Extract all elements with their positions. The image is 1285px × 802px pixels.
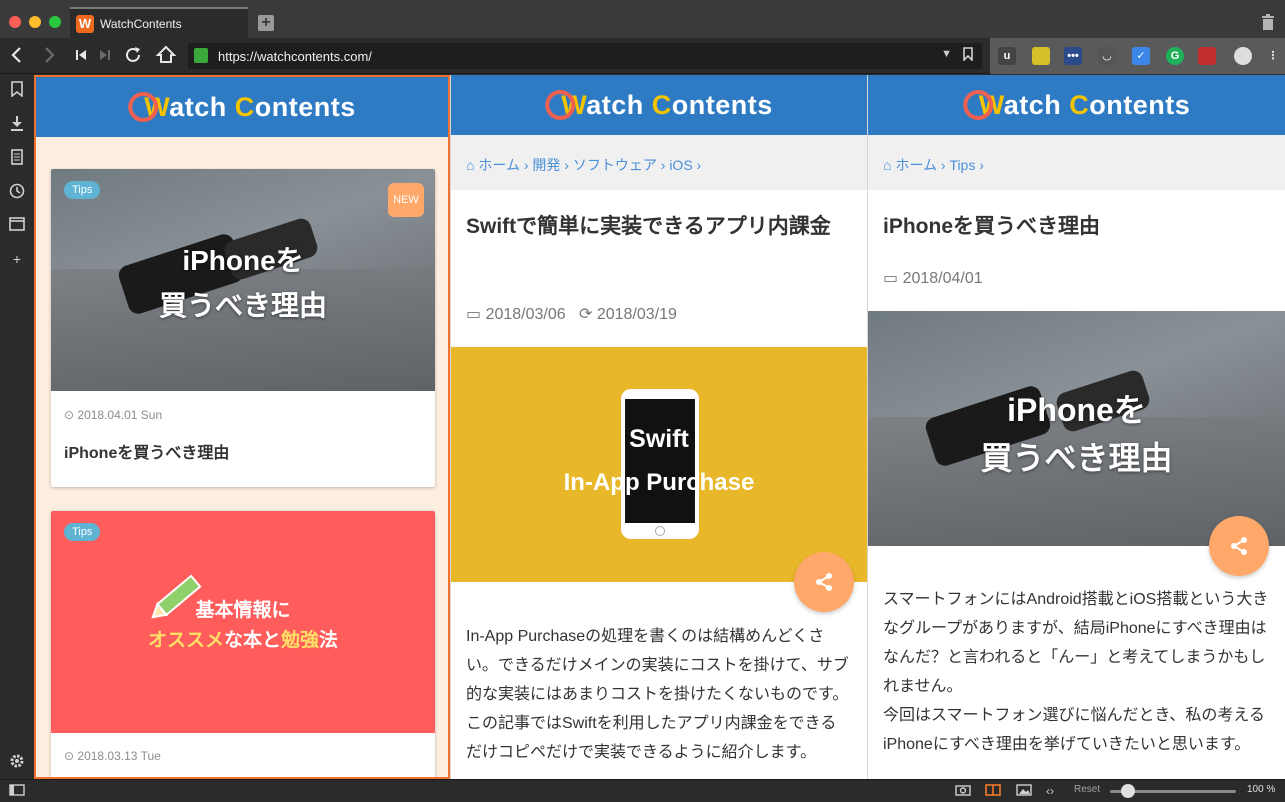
images-icon[interactable] (1016, 784, 1032, 798)
site-logo[interactable]: Watch Contents (128, 87, 356, 127)
browser-tab[interactable]: W WatchContents (70, 7, 248, 38)
category-tag[interactable]: Tips (64, 181, 101, 199)
more-menu-icon[interactable]: ⋮ (1264, 47, 1282, 65)
refresh-icon: ⟳ (579, 306, 593, 323)
calendar-icon: ▭ (883, 270, 899, 287)
title-bar: W WatchContents + (0, 0, 1285, 38)
site-header: Watch Contents (451, 75, 867, 135)
extension-icon[interactable] (1032, 47, 1050, 65)
card-thumbnail[interactable]: iPhoneを 買うべき理由 Tips NEW (51, 169, 435, 391)
site-header: Watch Contents (36, 77, 448, 137)
breadcrumb-item[interactable]: 開発 (532, 157, 560, 173)
favicon-icon: W (76, 15, 94, 33)
site-header: Watch Contents (868, 75, 1285, 135)
page-actions-icon[interactable]: ‹› (1046, 784, 1054, 798)
reload-icon[interactable] (122, 44, 144, 66)
tile-panel-iphone-article[interactable]: Watch Contents ⌂ ホーム › Tips › iPhoneを買うべ… (867, 75, 1285, 779)
fast-forward-icon[interactable] (94, 44, 116, 66)
new-tab-button[interactable]: + (258, 15, 274, 31)
grammarly-icon[interactable]: G (1166, 47, 1184, 65)
tile-view-icon[interactable] (985, 784, 1001, 798)
pocket-icon[interactable]: ◡ (1098, 47, 1116, 65)
toolbar: https://watchcontents.com/ ▼ u ••• ◡ ✓ G… (0, 38, 1285, 74)
article-dates: ▭ 2018/03/06 ⟳ 2018/03/19 (466, 306, 677, 323)
article-body: スマートフォンにはAndroid搭載とiOS搭載という大きなグループがありますが… (883, 591, 1269, 753)
breadcrumb-item[interactable]: ホーム (895, 157, 937, 173)
url-dropdown-icon[interactable]: ▼ (941, 48, 952, 60)
breadcrumb: ⌂ ホーム › 開発 › ソフトウェア › iOS › (451, 135, 867, 190)
article-title: iPhoneを買うべき理由 (883, 215, 1101, 238)
home-icon[interactable] (155, 44, 177, 66)
minimize-window-button[interactable] (29, 16, 41, 28)
trash-icon[interactable] (1261, 14, 1275, 30)
back-icon[interactable] (6, 44, 28, 66)
add-panel-icon[interactable]: + (9, 251, 25, 267)
breadcrumb: ⌂ ホーム › Tips › (868, 135, 1285, 190)
lock-icon (194, 48, 208, 63)
pdf-icon[interactable] (1198, 47, 1216, 65)
browser-sidebar: + (0, 75, 34, 779)
forward-icon[interactable] (38, 44, 60, 66)
zoom-window-button[interactable] (49, 16, 61, 28)
breadcrumb-item[interactable]: iOS (669, 157, 692, 173)
card-thumbnail[interactable]: 基本情報に オススメな本と勉強法 Tips (51, 511, 435, 733)
history-icon[interactable] (9, 183, 25, 199)
card-title[interactable]: iPhoneを買うべき理由 (64, 439, 229, 463)
window-panel-icon[interactable] (9, 217, 25, 233)
card-date: ⊙ 2018.04.01 Sun (64, 408, 163, 422)
zoom-level: 100 % (1247, 784, 1276, 795)
article-card[interactable]: iPhoneを 買うべき理由 Tips NEW ⊙ 2018.04.01 Sun… (51, 169, 435, 487)
share-button[interactable] (794, 552, 854, 612)
phone-illustration (621, 389, 699, 539)
category-tag[interactable]: Tips (64, 523, 101, 541)
logo-ring-icon (962, 89, 993, 120)
tile-panel-home[interactable]: Watch Contents iPhoneを 買うべき理由 Tips NEW ⊙… (34, 75, 450, 779)
article-body: In-App Purchaseの処理を書くのは結構めんどくさい。できるだけメイン… (466, 628, 849, 761)
tile-panel-swift-article[interactable]: Watch Contents ⌂ ホーム › 開発 › ソフトウェア › iOS… (450, 75, 867, 779)
new-badge: NEW (388, 183, 424, 217)
breadcrumb-item[interactable]: Tips (949, 157, 975, 173)
checklist-icon[interactable]: ✓ (1132, 47, 1150, 65)
article-card[interactable]: 基本情報に オススメな本と勉強法 Tips ⊙ 2018.03.13 Tue (51, 511, 435, 777)
home-icon: ⌂ (466, 157, 475, 173)
logo-ring-icon (128, 91, 159, 122)
site-logo[interactable]: Watch Contents (962, 85, 1191, 125)
article-date: ▭ 2018/04/01 (883, 270, 983, 287)
breadcrumb-item[interactable]: ホーム (478, 157, 520, 173)
ublock-icon[interactable]: u (998, 47, 1016, 65)
home-icon: ⌂ (883, 157, 892, 173)
article-title: Swiftで簡単に実装できるアプリ内課金 (466, 215, 831, 238)
address-bar[interactable]: https://watchcontents.com/ ▼ (188, 43, 982, 69)
toggle-panel-icon[interactable] (9, 784, 25, 798)
ghost-icon[interactable] (1234, 47, 1252, 65)
capture-icon[interactable] (955, 784, 971, 798)
logo-ring-icon (545, 89, 576, 120)
clock-icon: ⊙ (64, 408, 75, 422)
settings-gear-icon[interactable] (9, 753, 25, 769)
bookmarks-icon[interactable] (9, 81, 25, 98)
bookmark-icon[interactable] (963, 47, 973, 64)
rewind-icon[interactable] (70, 44, 92, 66)
clock-icon: ⊙ (64, 749, 75, 763)
share-button[interactable] (1209, 516, 1269, 576)
close-window-button[interactable] (9, 16, 21, 28)
zoom-slider-handle[interactable] (1120, 784, 1135, 798)
hero-image: Swift In-App Purchase (451, 347, 867, 582)
site-logo[interactable]: Watch Contents (545, 85, 773, 125)
extensions-bar: u ••• ◡ ✓ G ⋮ (990, 38, 1285, 74)
calendar-icon: ▭ (466, 306, 482, 323)
zoom-reset-button[interactable]: Reset (1074, 784, 1100, 795)
password-manager-icon[interactable]: ••• (1064, 47, 1082, 65)
downloads-icon[interactable] (9, 115, 25, 131)
status-bar: ‹› Reset 100 % (0, 779, 1285, 802)
notes-icon[interactable] (9, 149, 25, 165)
hero-image: iPhoneを 買うべき理由 (868, 311, 1285, 546)
url-text[interactable]: https://watchcontents.com/ (218, 49, 372, 64)
tab-title: WatchContents (100, 17, 182, 31)
breadcrumb-item[interactable]: ソフトウェア (573, 157, 657, 173)
card-date: ⊙ 2018.03.13 Tue (64, 749, 161, 763)
